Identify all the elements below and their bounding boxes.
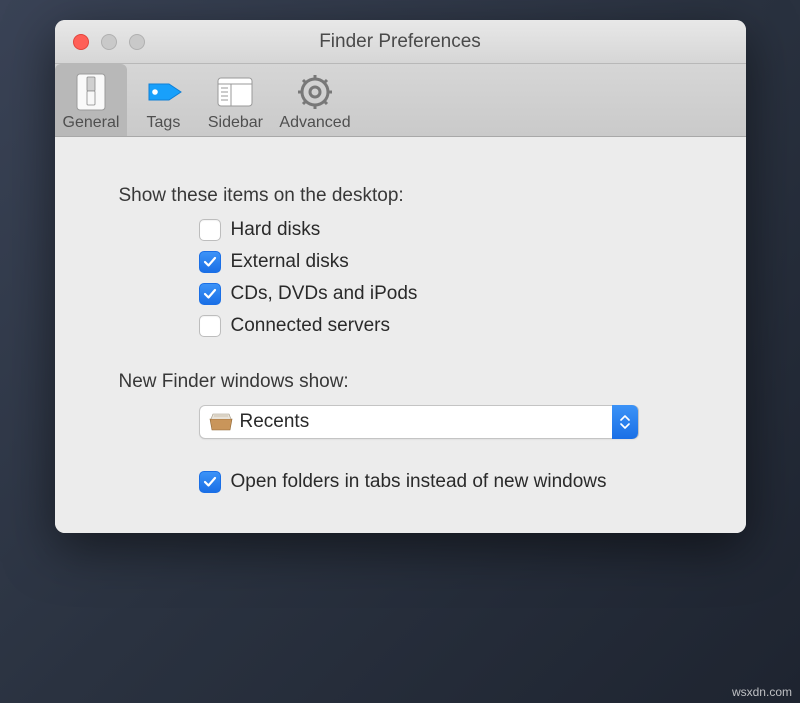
checkbox-icon (199, 251, 221, 273)
close-button[interactable] (73, 34, 89, 50)
preferences-window: Finder Preferences General Tags (55, 20, 746, 533)
checkbox-icon (199, 219, 221, 241)
minimize-button[interactable] (101, 34, 117, 50)
checkbox-icon (199, 471, 221, 493)
new-windows-label: New Finder windows show: (119, 371, 706, 393)
content-pane: Show these items on the desktop: Hard di… (55, 137, 746, 533)
checkbox-label: Open folders in tabs instead of new wind… (231, 471, 607, 493)
tab-label: Sidebar (208, 114, 263, 132)
new-windows-select-row: Recents (199, 405, 639, 439)
checkbox-hard-disks[interactable]: Hard disks (199, 219, 706, 241)
switch-icon (71, 72, 111, 112)
toolbar: General Tags (55, 64, 746, 137)
sidebar-icon (215, 72, 255, 112)
zoom-button[interactable] (129, 34, 145, 50)
tab-label: Tags (147, 114, 181, 132)
titlebar: Finder Preferences (55, 20, 746, 64)
recents-icon (208, 413, 234, 431)
watermark: wsxdn.com (732, 685, 792, 699)
checkbox-label: External disks (231, 251, 349, 273)
tab-label: Advanced (279, 114, 350, 132)
checkbox-cds-dvds-ipods[interactable]: CDs, DVDs and iPods (199, 283, 706, 305)
tab-advanced[interactable]: Advanced (271, 64, 358, 136)
checkbox-icon (199, 283, 221, 305)
traffic-lights (55, 34, 145, 50)
new-windows-select[interactable]: Recents (199, 405, 639, 439)
select-value: Recents (240, 411, 612, 433)
checkbox-label: CDs, DVDs and iPods (231, 283, 418, 305)
checkbox-label: Hard disks (231, 219, 321, 241)
window-title: Finder Preferences (55, 31, 746, 53)
desktop-items-label: Show these items on the desktop: (119, 185, 706, 207)
tab-general[interactable]: General (55, 64, 128, 136)
tab-label: General (63, 114, 120, 132)
tag-icon (143, 72, 183, 112)
tab-tags[interactable]: Tags (127, 64, 199, 136)
checkbox-icon (199, 315, 221, 337)
checkbox-external-disks[interactable]: External disks (199, 251, 706, 273)
gear-icon (295, 72, 335, 112)
checkbox-open-in-tabs[interactable]: Open folders in tabs instead of new wind… (199, 471, 706, 493)
tab-sidebar[interactable]: Sidebar (199, 64, 271, 136)
checkbox-label: Connected servers (231, 315, 390, 337)
desktop-items-group: Hard disks External disks CDs, DVDs and … (199, 219, 706, 337)
checkbox-connected-servers[interactable]: Connected servers (199, 315, 706, 337)
chevron-up-down-icon (612, 405, 638, 439)
